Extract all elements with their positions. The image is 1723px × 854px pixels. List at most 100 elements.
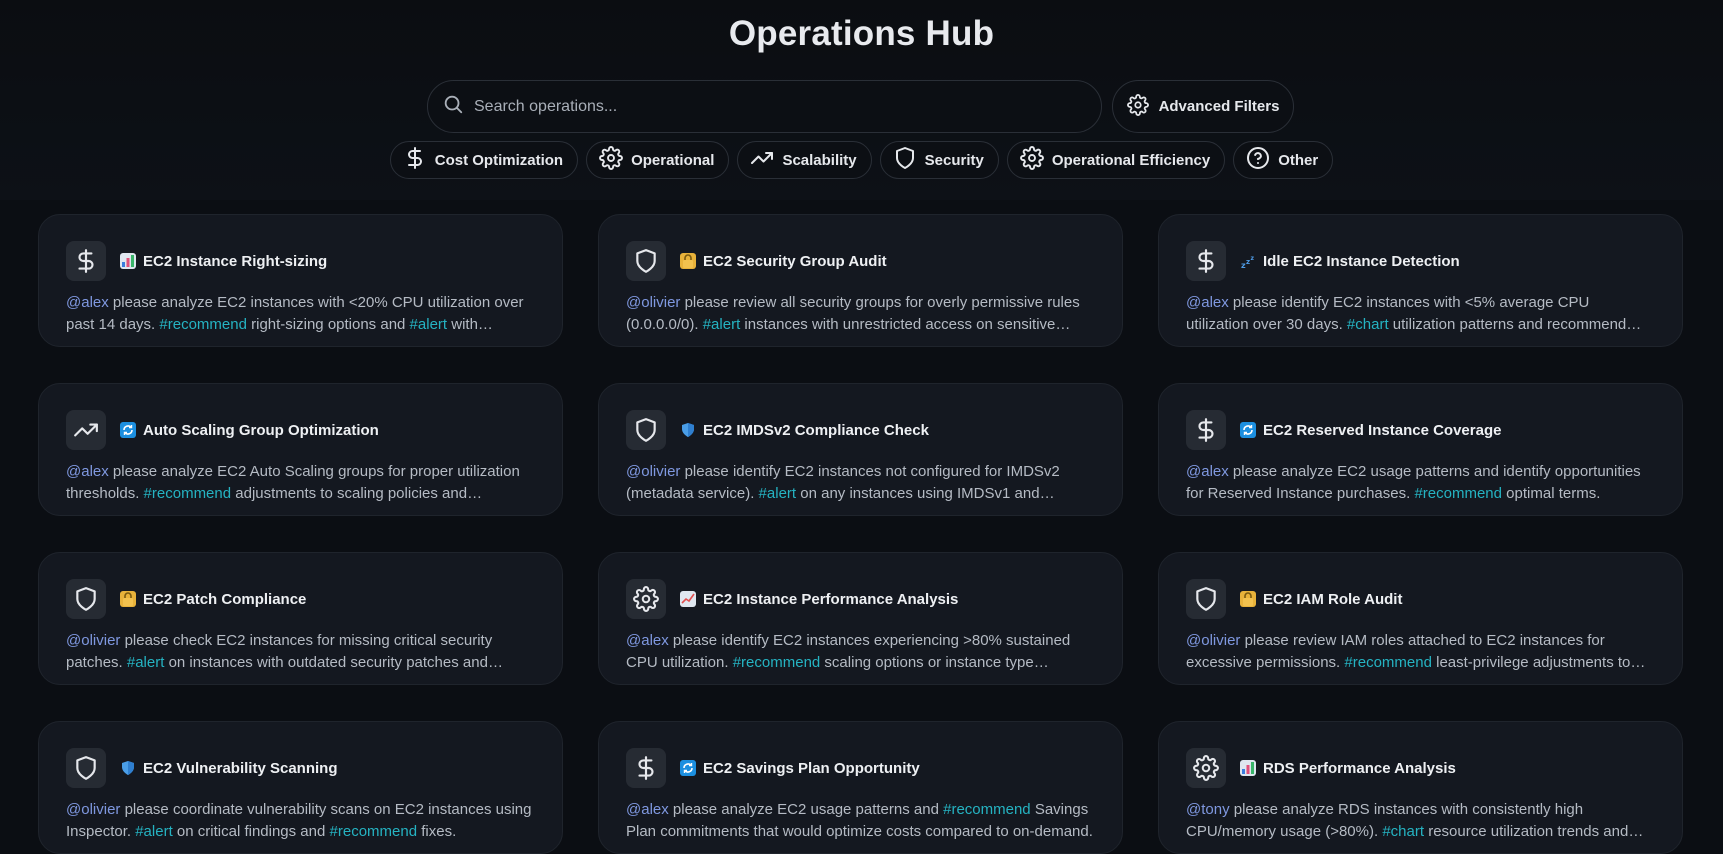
user-mention: @olivier (626, 294, 681, 311)
card-title: EC2 IAM Role Audit (1263, 590, 1403, 608)
card-description: @alex please identify EC2 instances expe… (626, 630, 1096, 674)
search-input[interactable] (474, 97, 1074, 116)
advanced-filters-label: Advanced Filters (1158, 98, 1280, 115)
hashtag: #alert (409, 316, 448, 333)
card-header: EC2 Reserved Instance Coverage (1186, 410, 1656, 450)
operation-card[interactable]: EC2 Savings Plan Opportunity @alex please… (598, 721, 1123, 854)
operation-card[interactable]: z z z Idle EC2 Instance Detection @alex plea… (1158, 214, 1683, 347)
operation-card[interactable]: EC2 Reserved Instance Coverage @alex plea… (1158, 383, 1683, 516)
card-title: RDS Performance Analysis (1263, 759, 1456, 777)
card-description: @alex please analyze EC2 usage patterns … (1186, 461, 1656, 505)
hashtag: #recommend (329, 823, 418, 840)
card-header: EC2 Vulnerability Scanning (66, 748, 536, 788)
card-title: Auto Scaling Group Optimization (143, 421, 379, 439)
svg-text:z: z (1246, 258, 1250, 266)
card-title: EC2 Security Group Audit (703, 252, 887, 270)
user-mention: @olivier (66, 801, 121, 818)
question-icon (1246, 146, 1270, 174)
user-mention: @olivier (66, 632, 121, 649)
card-description: @alex please analyze EC2 Auto Scaling gr… (66, 461, 536, 505)
shield-icon (66, 579, 106, 619)
category-pill-cost-optimization[interactable]: Cost Optimization (389, 141, 579, 179)
operation-card[interactable]: EC2 IMDSv2 Compliance Check @olivier plea… (598, 383, 1123, 516)
category-pill-scalability[interactable]: Scalability (737, 141, 872, 179)
cycle-emoji (1240, 422, 1256, 438)
gear-icon (1019, 146, 1044, 174)
card-header: EC2 Security Group Audit (626, 241, 1096, 281)
bar-chart-emoji (1240, 760, 1256, 776)
operation-card[interactable]: EC2 Instance Right-sizing @alex please an… (38, 214, 563, 347)
hashtag: #recommend (943, 801, 1031, 818)
card-header: EC2 IAM Role Audit (1186, 579, 1656, 619)
shield-emoji (680, 422, 696, 438)
card-title: EC2 IMDSv2 Compliance Check (703, 421, 929, 439)
description-text: right-sizing options and (246, 316, 410, 333)
zzz-emoji: zzz (1240, 253, 1256, 269)
bar-chart-emoji (120, 253, 136, 269)
category-pill-operational-efficiency[interactable]: Operational Efficiency (1006, 141, 1226, 179)
operation-card[interactable]: EC2 IAM Role Audit @olivier please review… (1158, 552, 1683, 685)
hashtag: #alert (702, 316, 741, 333)
user-mention: @olivier (626, 463, 681, 480)
svg-text:z: z (1251, 255, 1255, 262)
line-chart-emoji (680, 591, 696, 607)
category-pill-other[interactable]: Other (1233, 141, 1334, 179)
card-description: @alex please analyze EC2 instances with … (66, 292, 536, 336)
lock-emoji (1240, 591, 1256, 607)
hashtag: #chart (1382, 823, 1425, 840)
description-text: optimal terms. (1502, 485, 1601, 502)
operation-card[interactable]: EC2 Security Group Audit @olivier please … (598, 214, 1123, 347)
search-icon (442, 93, 464, 120)
card-description: @olivier please review all security grou… (626, 292, 1096, 336)
card-description: @alex please analyze EC2 usage patterns … (626, 799, 1096, 843)
cycle-emoji (680, 760, 696, 776)
category-pill-label: Other (1278, 151, 1319, 169)
gear-icon (1126, 93, 1149, 120)
category-pill-label: Cost Optimization (434, 151, 564, 169)
card-title: EC2 Patch Compliance (143, 590, 307, 608)
description-text: fixes. (417, 823, 457, 840)
card-header: z z z Idle EC2 Instance Detection (1186, 241, 1656, 281)
card-description: @olivier please coordinate vulnerability… (66, 799, 536, 843)
card-title: EC2 Instance Right-sizing (143, 252, 328, 270)
operation-card[interactable]: EC2 Patch Compliance @olivier please chec… (38, 552, 563, 685)
category-pill-label: Scalability (782, 151, 857, 169)
shield-icon (1186, 579, 1226, 619)
operation-card[interactable]: EC2 Vulnerability Scanning @olivier pleas… (38, 721, 563, 854)
search-bar[interactable] (427, 80, 1102, 133)
card-header: EC2 Savings Plan Opportunity (626, 748, 1096, 788)
shield-icon (66, 748, 106, 788)
card-description: @alex please identify EC2 instances with… (1186, 292, 1656, 336)
hashtag: #recommend (159, 316, 247, 333)
card-header: EC2 IMDSv2 Compliance Check (626, 410, 1096, 450)
user-mention: @alex (626, 801, 669, 818)
hashtag: #alert (758, 485, 797, 502)
user-mention: @alex (626, 632, 669, 649)
card-title: EC2 Reserved Instance Coverage (1263, 421, 1502, 439)
hashtag: #alert (126, 654, 165, 671)
trend-up-icon (66, 410, 106, 450)
gear-icon (1186, 748, 1226, 788)
hashtag: #recommend (143, 485, 232, 502)
advanced-filters-button[interactable]: Advanced Filters (1112, 80, 1294, 133)
shield-icon (893, 146, 917, 174)
trend-up-icon (750, 146, 774, 174)
operation-card[interactable]: Auto Scaling Group Optimization @alex ple… (38, 383, 563, 516)
user-mention: @alex (66, 294, 109, 311)
description-text: on critical findings and (172, 823, 330, 840)
operation-card[interactable]: RDS Performance Analysis @tony please ana… (1158, 721, 1683, 854)
category-filter-bar: Cost Optimization Operational Scalability S… (0, 141, 1723, 179)
card-description: @olivier please identify EC2 instances n… (626, 461, 1096, 505)
cycle-emoji (120, 422, 136, 438)
operation-card[interactable]: EC2 Instance Performance Analysis @alex p… (598, 552, 1123, 685)
card-header: EC2 Patch Compliance (66, 579, 536, 619)
card-description: @olivier please check EC2 instances for … (66, 630, 536, 674)
category-pill-label: Operational (631, 151, 715, 169)
category-pill-security[interactable]: Security (879, 141, 999, 179)
category-pill-operational[interactable]: Operational (586, 141, 730, 179)
card-title: EC2 Vulnerability Scanning (143, 759, 338, 777)
user-mention: @alex (1186, 294, 1229, 311)
hashtag: #recommend (1414, 485, 1502, 502)
dollar-icon (66, 241, 106, 281)
hashtag: #recommend (1344, 654, 1432, 671)
